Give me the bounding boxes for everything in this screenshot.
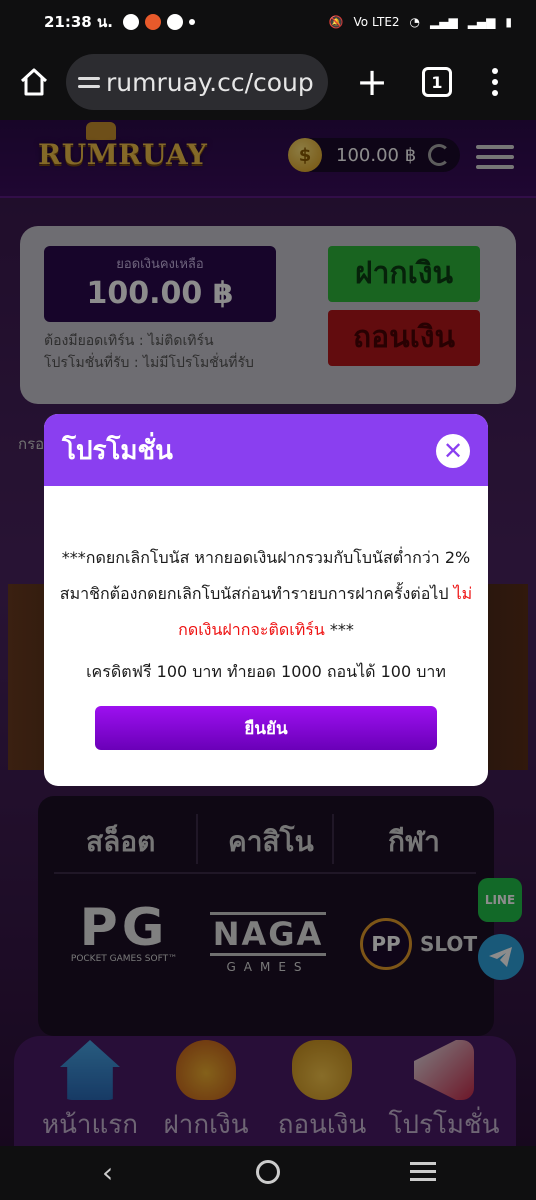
url-bar[interactable]: rumruay.cc/coup — [66, 54, 328, 110]
browser-menu-button[interactable] — [492, 68, 498, 96]
browser-toolbar: rumruay.cc/coup + 1 — [0, 44, 536, 120]
home-circle-icon[interactable] — [256, 1160, 280, 1184]
tab-switcher-button[interactable]: 1 — [422, 67, 452, 97]
more-notifications-icon — [188, 19, 195, 25]
modal-header: โปรโมชั่น — [44, 414, 488, 486]
new-tab-button[interactable]: + — [354, 60, 390, 104]
modal-body: ***กดยกเลิกโบนัส หากยอดเงินฝากรวมกับโบนั… — [44, 486, 488, 690]
signal-icon-2: ▂▄▆ — [467, 15, 496, 29]
modal-message-part2: *** — [324, 620, 354, 639]
modal-credit-line: เครดิตฟรี 100 บาท ทำยอด 1000 ถอนได้ 100 … — [86, 662, 446, 681]
close-icon: ✕ — [442, 437, 464, 465]
network-label: Vo LTE2 — [353, 15, 400, 29]
status-right: 🔕 Vo LTE2 ◔ ▂▄▆ ▂▄▆ ▮ — [329, 15, 512, 29]
system-navigation-bar: ‹ — [0, 1146, 536, 1200]
promotion-modal: โปรโมชั่น ✕ ***กดยกเลิกโบนัส หากยอดเงินฝ… — [44, 414, 488, 786]
notification-icons — [122, 14, 195, 30]
battery-icon: ▮ — [505, 15, 512, 29]
chat-notification-icon — [122, 14, 139, 30]
close-button[interactable]: ✕ — [436, 434, 470, 468]
status-time: 21:38 น. — [44, 13, 113, 31]
site-settings-icon[interactable] — [78, 76, 100, 88]
signal-icon: ▂▄▆ — [430, 15, 458, 29]
modal-message: ***กดยกเลิกโบนัส หากยอดเงินฝากรวมกับโบนั… — [58, 540, 474, 648]
line-notification-icon — [166, 14, 183, 30]
shopee-notification-icon — [144, 14, 161, 30]
mute-icon: 🔕 — [328, 15, 344, 29]
home-icon — [20, 68, 48, 96]
confirm-button[interactable]: ยืนยัน — [95, 706, 437, 750]
modal-title: โปรโมชั่น — [62, 435, 173, 466]
status-bar: 21:38 น. 🔕 Vo LTE2 ◔ ▂▄▆ ▂▄▆ ▮ — [0, 0, 536, 44]
tab-count: 1 — [431, 72, 443, 92]
wifi-icon: ◔ — [409, 15, 421, 29]
recent-apps-icon[interactable] — [410, 1162, 436, 1181]
back-icon[interactable]: ‹ — [102, 1156, 113, 1189]
url-text: rumruay.cc/coup — [106, 67, 314, 97]
home-button[interactable] — [14, 62, 54, 102]
modal-message-part1: ***กดยกเลิกโบนัส หากยอดเงินฝากรวมกับโบนั… — [59, 548, 471, 603]
